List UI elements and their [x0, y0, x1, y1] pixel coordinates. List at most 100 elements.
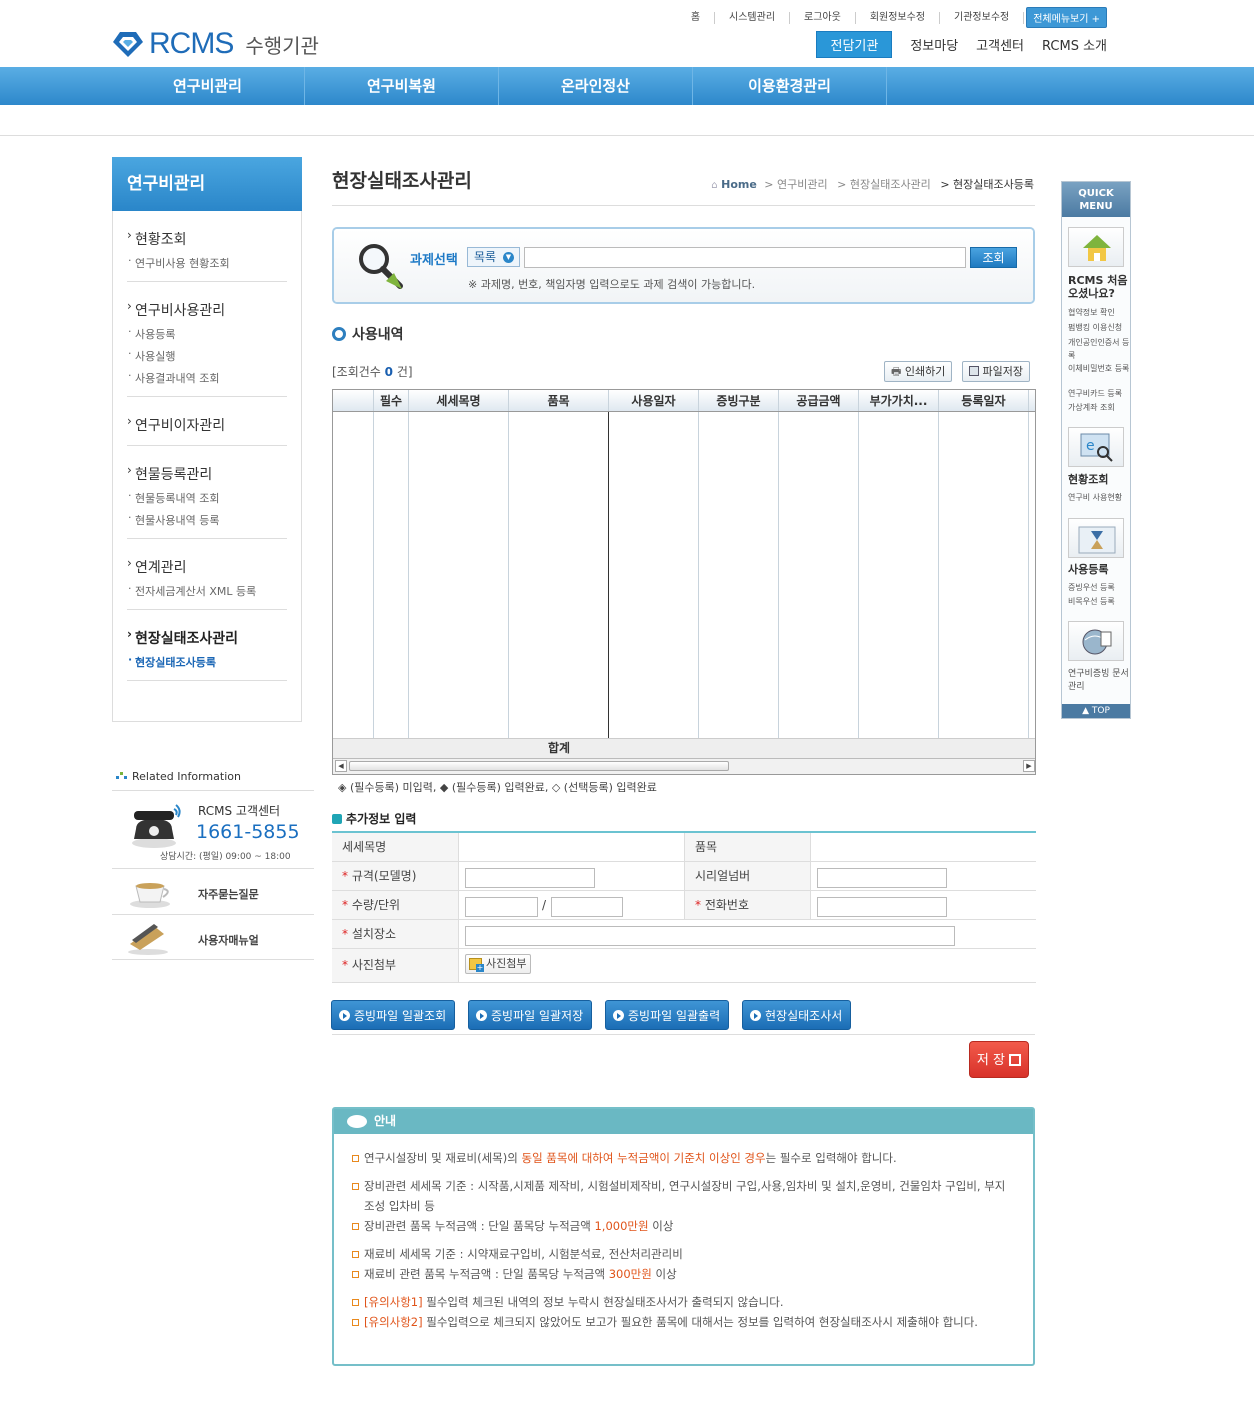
lnb-group-title[interactable]: 현물등록관리 — [127, 463, 287, 484]
lnb-sub-item-active[interactable]: 현장실태조사등록 — [127, 653, 287, 670]
search-button[interactable]: 조회 — [970, 247, 1017, 268]
grid-header-use-date[interactable]: 사용일자 — [609, 390, 699, 411]
lnb-sub-item[interactable]: 사용실행 — [127, 347, 287, 364]
house-icon[interactable] — [1068, 227, 1124, 267]
task-list-dropdown[interactable]: 목록 ▼ — [467, 247, 520, 267]
phone-input[interactable] — [817, 897, 947, 917]
notice-title: 안내 — [374, 1114, 397, 1128]
grid-header-required[interactable]: 필수 — [374, 390, 409, 411]
status-search-icon[interactable]: e — [1068, 427, 1124, 467]
quick-link[interactable]: 연구비 사용현황 — [1068, 491, 1130, 504]
quantity-input[interactable] — [465, 897, 538, 917]
scroll-thumb[interactable] — [349, 761, 729, 771]
edit-member-link[interactable]: 회원정보수정 — [856, 11, 941, 24]
nav-customer-center[interactable]: 고객센터 — [976, 35, 1024, 54]
quick-link[interactable]: 비목우선 등록 — [1068, 595, 1130, 608]
lnb-sub-item[interactable]: 사용등록 — [127, 325, 287, 342]
quick-link[interactable]: 협약정보 확인 — [1068, 306, 1130, 319]
grid-header-detail[interactable]: 세세목명 — [409, 390, 509, 411]
logout-link[interactable]: 로그아웃 — [790, 11, 856, 24]
all-menu-button[interactable]: 전체메뉴보기 + — [1026, 7, 1107, 28]
grid-header-proof-type[interactable]: 증빙구분 — [699, 390, 779, 411]
serial-label: 시리얼넘버 — [685, 862, 811, 890]
system-admin-link[interactable]: 시스템관리 — [715, 11, 791, 24]
breadcrumb-item[interactable]: > 현장실태조사관리 — [837, 178, 931, 191]
grid-header-reg-date[interactable]: 등록일자 — [939, 390, 1029, 411]
quick-link[interactable]: 가상계좌 조회 — [1068, 401, 1130, 414]
field-survey-report-button[interactable]: 현장실태조사서 — [742, 1000, 852, 1030]
gnb-online-settlement[interactable]: 온라인정산 — [499, 67, 693, 105]
logo[interactable]: RCMS 수행기관 — [112, 27, 319, 61]
quick-link[interactable]: 펌뱅킹 이용신청 — [1068, 321, 1130, 334]
lnb-group-title[interactable]: 연계관리 — [127, 556, 287, 577]
gnb-research-fund-mgmt[interactable]: 연구비관리 — [111, 67, 305, 105]
lnb-sub-item[interactable]: 사용결과내역 조회 — [127, 369, 287, 386]
bulk-save-proof-button[interactable]: 증빙파일 일괄저장 — [468, 1000, 593, 1030]
quick-link[interactable]: 개인공인인증서 등록 — [1068, 336, 1130, 362]
lnb-group-title[interactable]: 현장실태조사관리 — [127, 627, 287, 648]
back-to-top-button[interactable]: ▲ TOP — [1062, 704, 1130, 718]
books-icon — [128, 924, 168, 955]
lnb-sub-item[interactable]: 현물등록내역 조회 — [127, 489, 287, 506]
customer-center-box[interactable]: RCMS 고객센터 1661-5855 상담시간: (평일) 09:00 ~ 1… — [112, 790, 314, 868]
unit-input[interactable] — [551, 897, 623, 917]
grid-header-vat[interactable]: 부가가치... — [859, 390, 939, 411]
serial-input[interactable] — [817, 868, 947, 888]
quick-link[interactable]: 연구비증빙 문서 관리 — [1068, 668, 1130, 694]
manual-link[interactable]: 사용자매뉴얼 — [112, 914, 314, 960]
gnb-fund-restore[interactable]: 연구비복원 — [305, 67, 499, 105]
nav-info[interactable]: 정보마당 — [910, 35, 958, 54]
grid-horizontal-scrollbar[interactable]: ◀ ▶ — [333, 758, 1035, 774]
related-title-text: Related Information — [132, 770, 241, 783]
quick-first-title[interactable]: RCMS 처음 오셨나요? — [1068, 274, 1130, 300]
quick-link[interactable]: 이체비밀번호 등록 — [1068, 362, 1130, 375]
notice-highlight: [유의사항2] — [364, 1315, 423, 1329]
lnb-group-title[interactable]: 연구비사용관리 — [127, 299, 287, 320]
scroll-right-icon[interactable]: ▶ — [1023, 760, 1035, 772]
bulk-print-proof-button[interactable]: 증빙파일 일괄출력 — [605, 1000, 730, 1030]
breadcrumb-item[interactable]: > 연구비관리 — [764, 178, 827, 191]
quick-link[interactable]: 연구비카드 등록 — [1068, 387, 1130, 400]
bulk-view-proof-button[interactable]: 증빙파일 일괄조회 — [331, 1000, 456, 1030]
grid-total-label: 합계 — [547, 741, 571, 755]
grid-col — [509, 390, 609, 774]
install-place-input[interactable] — [465, 926, 955, 946]
scroll-left-icon[interactable]: ◀ — [335, 760, 347, 772]
nav-dedicated-agency[interactable]: 전담기관 — [816, 31, 893, 58]
lnb-group-status: 현황조회 연구비사용 현황조회 — [127, 211, 287, 282]
edit-org-link[interactable]: 기관정보수정 — [940, 11, 1025, 24]
lnb-group-title[interactable]: 현황조회 — [127, 228, 287, 249]
photo-attach-button[interactable]: + 사진첨부 — [465, 954, 532, 974]
print-button[interactable]: 🖶 인쇄하기 — [884, 361, 953, 382]
faq-link[interactable]: 자주묻는질문 — [112, 868, 314, 914]
page-title: 현장실태조사관리 — [332, 170, 472, 192]
quick-status-title[interactable]: 현황조회 — [1068, 473, 1130, 486]
lnb-sub-item[interactable]: 전자세금계산서 XML 등록 — [127, 582, 287, 599]
save-button[interactable]: 저 장 — [969, 1041, 1029, 1078]
rcms-logo-icon — [113, 32, 143, 57]
floppy-icon — [1009, 1054, 1022, 1066]
lnb-group-title[interactable]: 연구비이자관리 — [127, 414, 287, 435]
gnb-environment-mgmt[interactable]: 이용환경관리 — [693, 67, 887, 105]
quick-link[interactable]: 증빙우선 등록 — [1068, 581, 1130, 594]
grid-header-item[interactable]: 품목 — [509, 390, 609, 411]
photo-cell: + 사진첨부 — [459, 949, 1036, 982]
grid-header-supply-amount[interactable]: 공급금액 — [779, 390, 859, 411]
globe-document-icon[interactable] — [1068, 621, 1124, 661]
task-search-input[interactable] — [524, 247, 966, 268]
related-info: Related Information RCMS 고객센터 1661-5855 … — [112, 770, 314, 960]
lnb-sub-item[interactable]: 현물사용내역 등록 — [127, 511, 287, 528]
file-save-button[interactable]: 파일저장 — [962, 361, 1030, 382]
home-link[interactable]: 홈 — [677, 11, 716, 24]
grid-header-select[interactable] — [333, 390, 374, 411]
breadcrumb-home[interactable]: Home — [721, 178, 757, 191]
left-nav: 연구비관리 현황조회 연구비사용 현황조회 연구비사용관리 사용등록 사용실행 … — [112, 157, 302, 722]
hourglass-icon[interactable] — [1068, 518, 1124, 558]
grid-col — [409, 390, 509, 774]
nav-about-rcms[interactable]: RCMS 소개 — [1042, 35, 1107, 54]
spec-input[interactable] — [465, 868, 595, 888]
count-suffix: 건] — [396, 365, 413, 379]
lnb-sub-item[interactable]: 연구비사용 현황조회 — [127, 254, 287, 271]
quick-use-title[interactable]: 사용등록 — [1068, 563, 1130, 576]
magnifier-icon — [359, 244, 403, 289]
